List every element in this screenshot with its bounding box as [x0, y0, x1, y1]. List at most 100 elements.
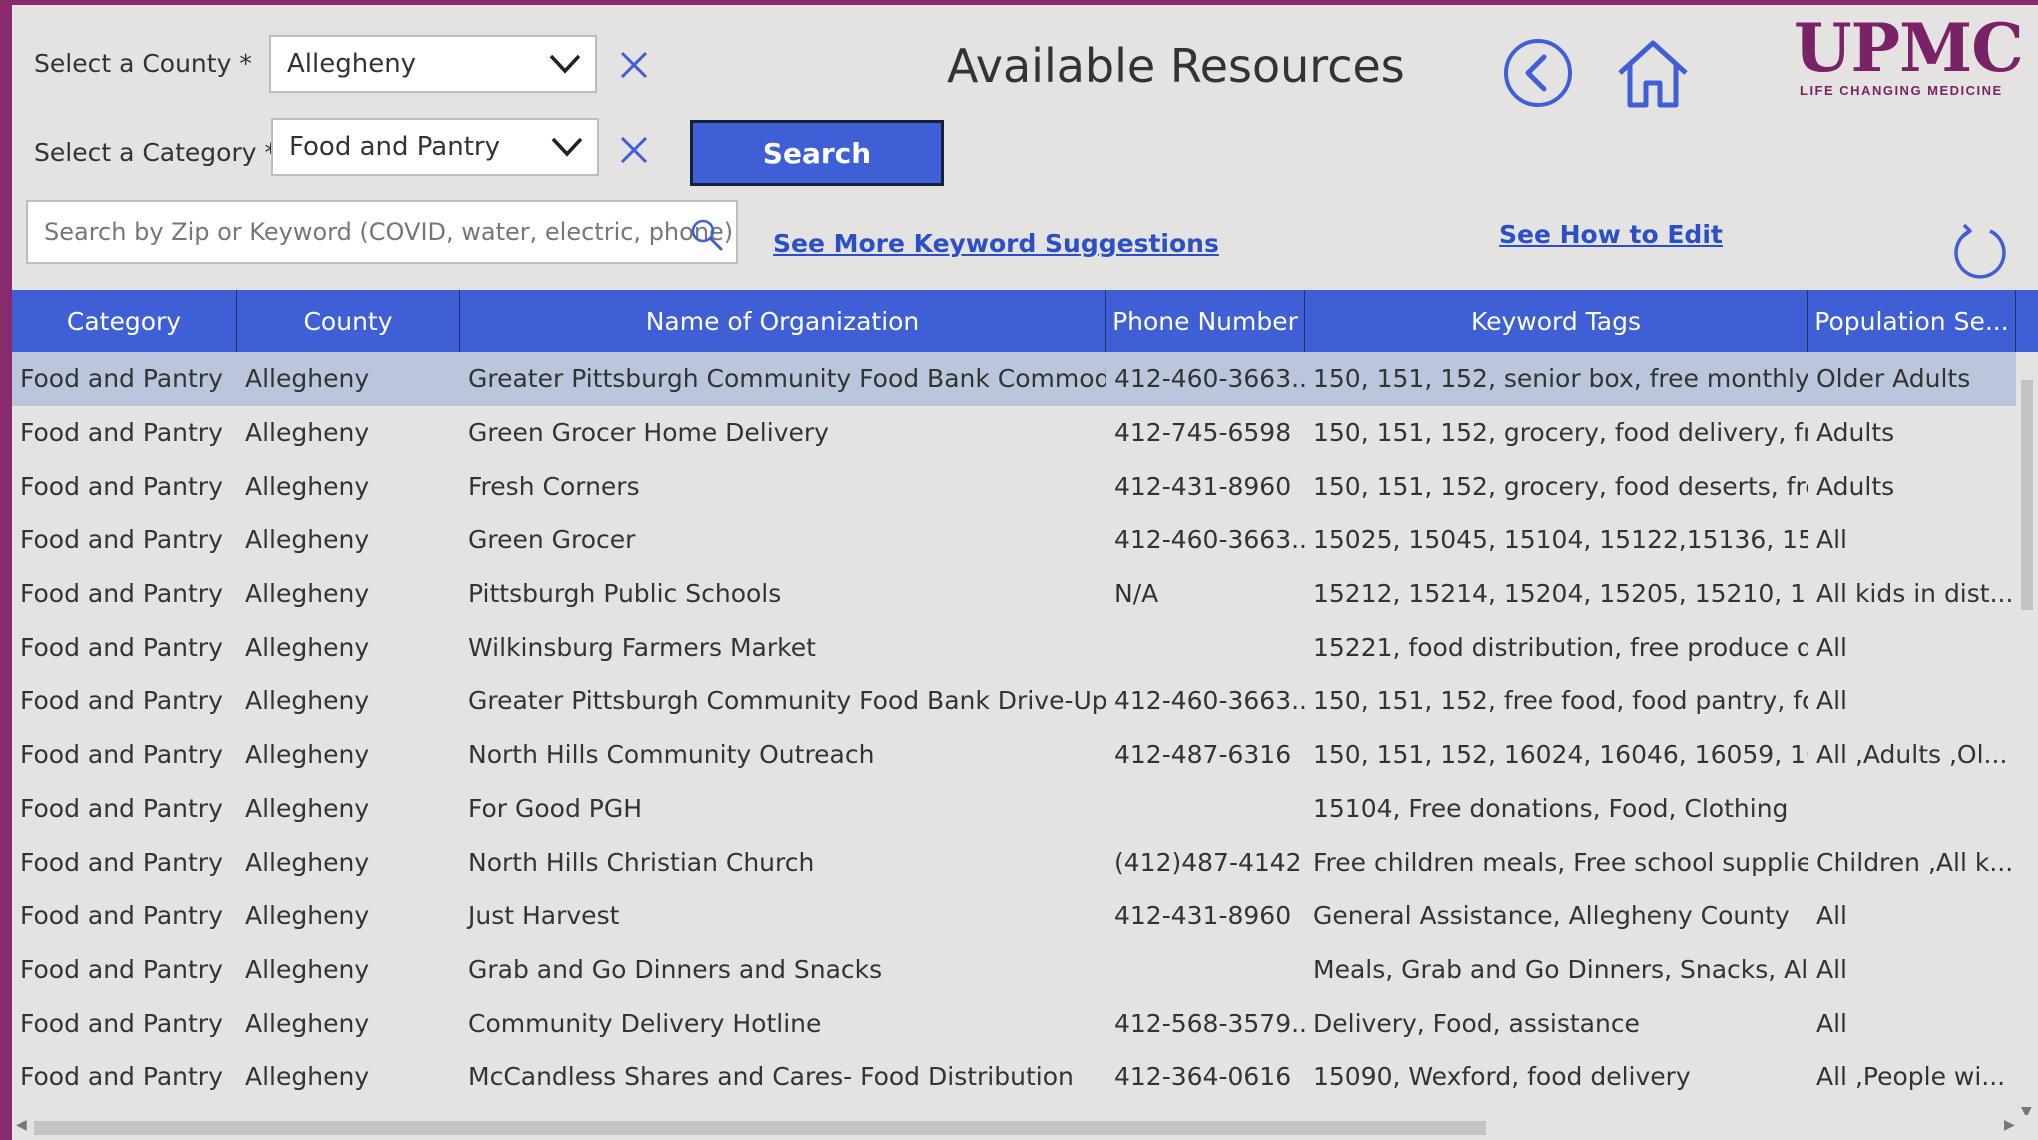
cell-category: Food and Pantry: [20, 525, 223, 555]
table-row[interactable]: Food and Pantry Allegheny For Good PGH 1510…: [12, 782, 2038, 836]
cell-category: Food and Pantry: [20, 471, 223, 501]
cell-keywords: 15104, Free donations, Food, Clothing: [1313, 793, 1789, 823]
cell-phone: [1106, 782, 1305, 836]
cell-keywords: Free children meals, Free school supplie…: [1313, 847, 1808, 877]
cell-organization: Pittsburgh Public Schools: [468, 579, 782, 609]
county-select[interactable]: Allegheny: [269, 35, 597, 93]
column-header-phone[interactable]: Phone Number: [1106, 290, 1305, 352]
cell-organization: Green Grocer Home Delivery: [468, 418, 829, 448]
cell-keywords: Delivery, Food, assistance: [1313, 1008, 1640, 1038]
cell-county: Allegheny: [245, 793, 370, 823]
cell-county: Allegheny: [245, 364, 370, 394]
back-icon[interactable]: [1502, 37, 1574, 109]
vertical-scrollbar[interactable]: ▼: [2016, 352, 2038, 1120]
cell-category: Food and Pantry: [20, 418, 223, 448]
cell-category: Food and Pantry: [20, 793, 223, 823]
cell-phone: 412-487-6316: [1114, 740, 1292, 770]
cell-county: Allegheny: [245, 740, 370, 770]
cell-phone: N/A: [1114, 579, 1159, 609]
cell-population: All: [1816, 686, 1847, 716]
cell-category: Food and Pantry: [20, 954, 223, 984]
keyword-search-input[interactable]: Search by Zip or Keyword (COVID, water, …: [26, 200, 738, 264]
table-row[interactable]: Food and Pantry Allegheny Pittsburgh Publi…: [12, 567, 2038, 621]
table-row[interactable]: Food and Pantry Allegheny Wilkinsburg Farm…: [12, 620, 2038, 674]
vertical-scroll-thumb[interactable]: [2021, 380, 2033, 610]
cell-organization: North Hills Christian Church: [468, 847, 815, 877]
cell-organization: Greater Pittsburgh Community Food Bank C…: [468, 364, 1106, 394]
keyword-search-placeholder: Search by Zip or Keyword (COVID, water, …: [44, 218, 734, 246]
table-row[interactable]: Food and Pantry Allegheny Greater Pittsbur…: [12, 352, 2038, 406]
cell-population: All: [1816, 1008, 1847, 1038]
cell-category: Food and Pantry: [20, 740, 223, 770]
cell-keywords: 15025, 15045, 15104, 15122,15136, 1514..…: [1313, 525, 1808, 555]
chevron-down-icon: [551, 137, 583, 157]
scroll-right-icon[interactable]: ▶: [2004, 1117, 2015, 1133]
table-row[interactable]: Food and Pantry Allegheny North Hills Chri…: [12, 835, 2038, 889]
table-header: Category County Name of Organization Pho…: [12, 290, 2038, 352]
upmc-logo: UPMC LIFE CHANGING MEDICINE: [1794, 15, 2024, 98]
cell-keywords: 15212, 15214, 15204, 15205, 15210, 152..…: [1313, 579, 1808, 609]
cell-county: Allegheny: [245, 1008, 370, 1038]
cell-population: All ,Adults ,Ol...: [1816, 740, 2008, 770]
home-icon[interactable]: [1616, 37, 1690, 111]
cell-county: Allegheny: [245, 471, 370, 501]
cell-population: All: [1816, 901, 1847, 931]
cell-phone: 412-431-8960: [1114, 471, 1292, 501]
horizontal-scrollbar[interactable]: ◀ ▶: [12, 1115, 2038, 1140]
table-row[interactable]: Food and Pantry Allegheny North Hills Comm…: [12, 728, 2038, 782]
cell-phone: 412-460-3663...: [1114, 364, 1305, 394]
cell-category: Food and Pantry: [20, 364, 223, 394]
cell-phone: 412-745-6598: [1114, 418, 1292, 448]
how-to-edit-link[interactable]: See How to Edit: [1499, 220, 1723, 249]
cell-category: Food and Pantry: [20, 632, 223, 662]
cell-keywords: Meals, Grab and Go Dinners, Snacks, Alle…: [1313, 954, 1808, 984]
cell-population: All: [1816, 954, 1847, 984]
cell-county: Allegheny: [245, 579, 370, 609]
cell-organization: McCandless Shares and Cares- Food Distri…: [468, 1062, 1074, 1092]
cell-category: Food and Pantry: [20, 1062, 223, 1092]
table-row[interactable]: Food and Pantry Allegheny Green Grocer 412-…: [12, 513, 2038, 567]
cell-organization: For Good PGH: [468, 793, 643, 823]
search-button[interactable]: Search: [690, 120, 944, 186]
table-row[interactable]: Food and Pantry Allegheny Community Delive…: [12, 996, 2038, 1050]
table-row[interactable]: Food and Pantry Allegheny Just Harvest 412-…: [12, 889, 2038, 943]
column-header-population[interactable]: Population Se...: [1808, 290, 2016, 352]
cell-organization: Community Delivery Hotline: [468, 1008, 822, 1038]
search-icon[interactable]: [690, 218, 724, 252]
table-row[interactable]: Food and Pantry Allegheny Green Grocer Hom…: [12, 406, 2038, 460]
cell-organization: North Hills Community Outreach: [468, 740, 875, 770]
cell-population: [1808, 782, 2016, 836]
cell-keywords: 150, 151, 152, 16024, 16046, 16059, 1622…: [1313, 740, 1808, 770]
horizontal-scroll-thumb[interactable]: [34, 1121, 1486, 1135]
cell-organization: Grab and Go Dinners and Snacks: [468, 954, 883, 984]
table-row[interactable]: Food and Pantry Allegheny Fresh Corners 412…: [12, 459, 2038, 513]
table-row[interactable]: Food and Pantry Allegheny McCandless Share…: [12, 1050, 2038, 1104]
cell-organization: Green Grocer: [468, 525, 636, 555]
cell-category: Food and Pantry: [20, 901, 223, 931]
cell-category: Food and Pantry: [20, 1008, 223, 1038]
cell-keywords: 150, 151, 152, senior box, free monthly …: [1313, 364, 1808, 394]
clear-county-icon[interactable]: [619, 50, 649, 80]
cell-keywords: 15090, Wexford, food delivery: [1313, 1062, 1691, 1092]
cell-population: Older Adults: [1816, 364, 1971, 394]
column-header-organization[interactable]: Name of Organization: [460, 290, 1106, 352]
category-select[interactable]: Food and Pantry: [271, 118, 599, 176]
clear-category-icon[interactable]: [619, 135, 649, 165]
table-row[interactable]: Food and Pantry Allegheny Grab and Go Dinn…: [12, 943, 2038, 997]
column-header-keywords[interactable]: Keyword Tags: [1305, 290, 1808, 352]
cell-population: All kids in dist...: [1816, 579, 2014, 609]
cell-county: Allegheny: [245, 686, 370, 716]
scroll-left-icon[interactable]: ◀: [16, 1117, 27, 1133]
column-header-category[interactable]: Category: [12, 290, 237, 352]
refresh-icon[interactable]: [1950, 221, 2012, 283]
cell-category: Food and Pantry: [20, 847, 223, 877]
resources-table: Category County Name of Organization Pho…: [12, 290, 2038, 1104]
cell-phone: 412-568-3579...: [1114, 1008, 1305, 1038]
cell-population: All: [1816, 525, 1847, 555]
table-row[interactable]: Food and Pantry Allegheny Greater Pittsbur…: [12, 674, 2038, 728]
keyword-suggestions-link[interactable]: See More Keyword Suggestions: [773, 229, 1219, 258]
cell-organization: Wilkinsburg Farmers Market: [468, 632, 816, 662]
column-header-county[interactable]: County: [237, 290, 460, 352]
chevron-down-icon: [549, 54, 581, 74]
table-body: Food and Pantry Allegheny Greater Pittsbur…: [12, 352, 2038, 1104]
